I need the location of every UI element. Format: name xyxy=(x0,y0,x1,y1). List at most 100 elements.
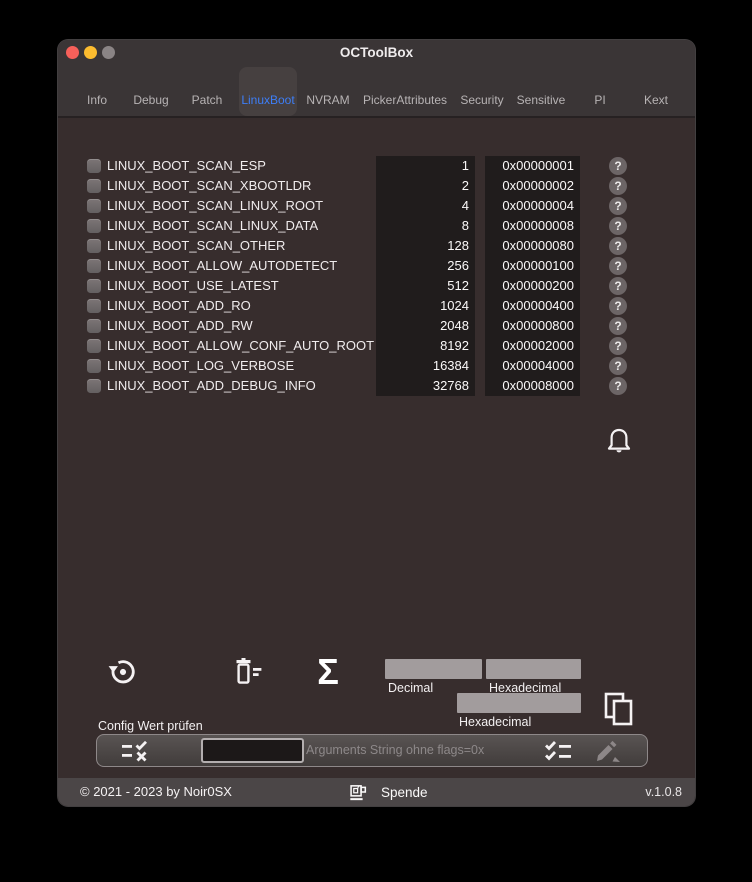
flag-label: LINUX_BOOT_SCAN_OTHER xyxy=(107,238,286,253)
flag-hex-value: 0x00000400 xyxy=(502,298,574,313)
flag-decimal-value: 8192 xyxy=(440,338,469,353)
tab-pickerattributes[interactable]: PickerAttributes xyxy=(363,92,447,108)
flag-hex-value: 0x00000800 xyxy=(502,318,574,333)
flag-hex-value: 0x00002000 xyxy=(502,338,574,353)
help-button[interactable]: ? xyxy=(609,297,627,315)
reset-icon[interactable] xyxy=(107,656,139,688)
flag-hex-value: 0x00000200 xyxy=(502,278,574,293)
decimal-field-label: Decimal xyxy=(388,681,434,695)
flag-hex-value: 0x00004000 xyxy=(502,358,574,373)
flag-label: LINUX_BOOT_LOG_VERBOSE xyxy=(107,358,295,373)
sum-icon[interactable]: Σ xyxy=(308,652,348,692)
flag-decimal-value: 1024 xyxy=(440,298,469,313)
flag-label: LINUX_BOOT_SCAN_XBOOTLDR xyxy=(107,178,312,193)
bell-icon[interactable] xyxy=(606,427,632,457)
flag-decimal-value: 32768 xyxy=(432,378,469,393)
flag-row: LINUX_BOOT_USE_LATEST 512 0x00000200 ? xyxy=(58,276,695,296)
flag-checkbox[interactable] xyxy=(87,379,101,393)
flag-row: LINUX_BOOT_LOG_VERBOSE 16384 0x00004000 … xyxy=(58,356,695,376)
edit-pencil-icon xyxy=(597,740,620,762)
flag-checkbox[interactable] xyxy=(87,179,101,193)
flag-row: LINUX_BOOT_ALLOW_AUTODETECT 256 0x000001… xyxy=(58,256,695,276)
flag-checkbox[interactable] xyxy=(87,319,101,333)
flag-row: LINUX_BOOT_SCAN_OTHER 128 0x00000080 ? xyxy=(58,236,695,256)
hexadecimal-input-2[interactable] xyxy=(457,693,581,713)
flag-decimal-value: 16384 xyxy=(432,358,469,373)
help-button[interactable]: ? xyxy=(609,277,627,295)
flag-row: LINUX_BOOT_ADD_RW 2048 0x00000800 ? xyxy=(58,316,695,336)
flag-checkbox[interactable] xyxy=(87,339,101,353)
flag-row: LINUX_BOOT_SCAN_LINUX_ROOT 4 0x00000004 … xyxy=(58,196,695,216)
help-button[interactable]: ? xyxy=(609,257,627,275)
delete-flags-icon[interactable] xyxy=(232,657,264,687)
tab-security[interactable]: Security xyxy=(460,92,503,108)
flag-hex-value: 0x00000001 xyxy=(502,158,574,173)
help-button[interactable]: ? xyxy=(609,337,627,355)
flag-checkbox[interactable] xyxy=(87,299,101,313)
hexadecimal-field-label-2: Hexadecimal xyxy=(459,715,532,729)
flag-label: LINUX_BOOT_ALLOW_CONF_AUTO_ROOT xyxy=(107,338,375,353)
status-bar: © 2021 - 2023 by Noir0SX Spende v.1.0.8 xyxy=(58,778,695,806)
tab-debug[interactable]: Debug xyxy=(133,92,168,108)
tab-sensitive[interactable]: Sensitive xyxy=(517,92,566,108)
donate-button[interactable]: Spende xyxy=(348,778,428,806)
donate-label: Spende xyxy=(381,784,428,800)
help-button[interactable]: ? xyxy=(609,197,627,215)
flag-label: LINUX_BOOT_ALLOW_AUTODETECT xyxy=(107,258,338,273)
config-check-label: Config Wert prüfen xyxy=(98,719,203,733)
flag-checkbox[interactable] xyxy=(87,359,101,373)
flag-checkbox[interactable] xyxy=(87,159,101,173)
desktop: OCToolBox Info Debug Patch LinuxBoot NVRAM Pi… xyxy=(0,0,752,882)
flag-decimal-value: 8 xyxy=(461,218,469,233)
flag-label: LINUX_BOOT_ADD_RO xyxy=(107,298,251,313)
flag-checkbox[interactable] xyxy=(87,279,101,293)
flag-hex-value: 0x00008000 xyxy=(502,378,574,393)
copyright-label: © 2021 - 2023 by Noir0SX xyxy=(80,784,232,799)
help-button[interactable]: ? xyxy=(609,177,627,195)
flag-label: LINUX_BOOT_ADD_DEBUG_INFO xyxy=(107,378,316,393)
titlebar: OCToolBox Info Debug Patch LinuxBoot NVRAM Pi… xyxy=(58,40,695,118)
rule-check-icon[interactable] xyxy=(120,739,152,763)
flag-decimal-value: 256 xyxy=(447,258,469,273)
flag-row: LINUX_BOOT_ALLOW_CONF_AUTO_ROOT 8192 0x0… xyxy=(58,336,695,356)
flag-label: LINUX_BOOT_SCAN_LINUX_ROOT xyxy=(107,198,324,213)
flag-hex-value: 0x00000002 xyxy=(502,178,574,193)
help-button[interactable]: ? xyxy=(609,157,627,175)
flag-row: LINUX_BOOT_ADD_RO 1024 0x00000400 ? xyxy=(58,296,695,316)
flag-checkbox[interactable] xyxy=(87,199,101,213)
flag-decimal-value: 2048 xyxy=(440,318,469,333)
help-button[interactable]: ? xyxy=(609,317,627,335)
tab-linuxboot[interactable]: LinuxBoot xyxy=(241,92,294,108)
flag-row: LINUX_BOOT_SCAN_ESP 1 0x00000001 ? xyxy=(58,156,695,176)
help-button[interactable]: ? xyxy=(609,237,627,255)
app-window: OCToolBox Info Debug Patch LinuxBoot NVRAM Pi… xyxy=(58,40,695,806)
help-button[interactable]: ? xyxy=(609,377,627,395)
tab-info[interactable]: Info xyxy=(87,92,107,108)
flag-row: LINUX_BOOT_SCAN_XBOOTLDR 2 0x00000002 ? xyxy=(58,176,695,196)
tab-pi[interactable]: PI xyxy=(594,92,605,108)
checklist-icon[interactable] xyxy=(543,739,575,763)
version-label: v.1.0.8 xyxy=(645,785,682,799)
tab-nvram[interactable]: NVRAM xyxy=(306,92,349,108)
flag-label: LINUX_BOOT_ADD_RW xyxy=(107,318,253,333)
hexadecimal-input[interactable] xyxy=(486,659,581,679)
decimal-input[interactable] xyxy=(385,659,482,679)
tab-patch[interactable]: Patch xyxy=(192,92,223,108)
flag-checkbox[interactable] xyxy=(87,259,101,273)
copy-icon[interactable] xyxy=(602,691,636,727)
flag-hex-value: 0x00000080 xyxy=(502,238,574,253)
flag-label: LINUX_BOOT_SCAN_ESP xyxy=(107,158,266,173)
hexadecimal-field-label: Hexadecimal xyxy=(489,681,562,695)
flag-label: LINUX_BOOT_SCAN_LINUX_DATA xyxy=(107,218,319,233)
flag-hex-value: 0x00000004 xyxy=(502,198,574,213)
help-button[interactable]: ? xyxy=(609,217,627,235)
flag-hex-value: 0x00000008 xyxy=(502,218,574,233)
flag-checkbox[interactable] xyxy=(87,239,101,253)
config-check-toolbar: Arguments String ohne flags=0x xyxy=(96,734,648,767)
tab-kext[interactable]: Kext xyxy=(644,92,668,108)
flags-value-input[interactable] xyxy=(201,737,304,763)
flag-decimal-value: 4 xyxy=(461,198,469,213)
help-button[interactable]: ? xyxy=(609,357,627,375)
flag-decimal-value: 1 xyxy=(461,158,469,173)
flag-checkbox[interactable] xyxy=(87,219,101,233)
